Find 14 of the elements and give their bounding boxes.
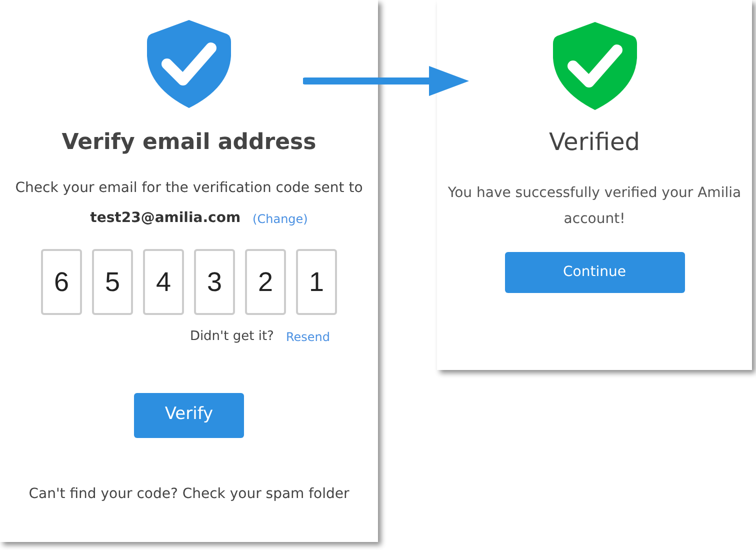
email-address: test23@amilia.com (90, 209, 241, 228)
code-digit-field[interactable]: 5 (92, 249, 133, 315)
code-digit-field[interactable]: 4 (143, 249, 184, 315)
title: Verify email address (62, 129, 316, 157)
code-digit-field[interactable]: 2 (245, 249, 286, 315)
resend-prompt: Didn't get it? (190, 328, 274, 346)
code-digit-field[interactable]: 1 (296, 249, 337, 315)
instructions-text: Check your email for the verification code sent to (15, 179, 363, 198)
code-digit-field[interactable]: 3 (194, 249, 235, 315)
spam-folder-hint: Can't find your code? Check your spam folder (28, 484, 350, 504)
code-digit-field[interactable]: 6 (41, 249, 82, 315)
success-message: You have successfully verified your Amilia account! (446, 184, 742, 229)
arrow-icon (303, 64, 469, 98)
title: Verified (549, 127, 640, 158)
